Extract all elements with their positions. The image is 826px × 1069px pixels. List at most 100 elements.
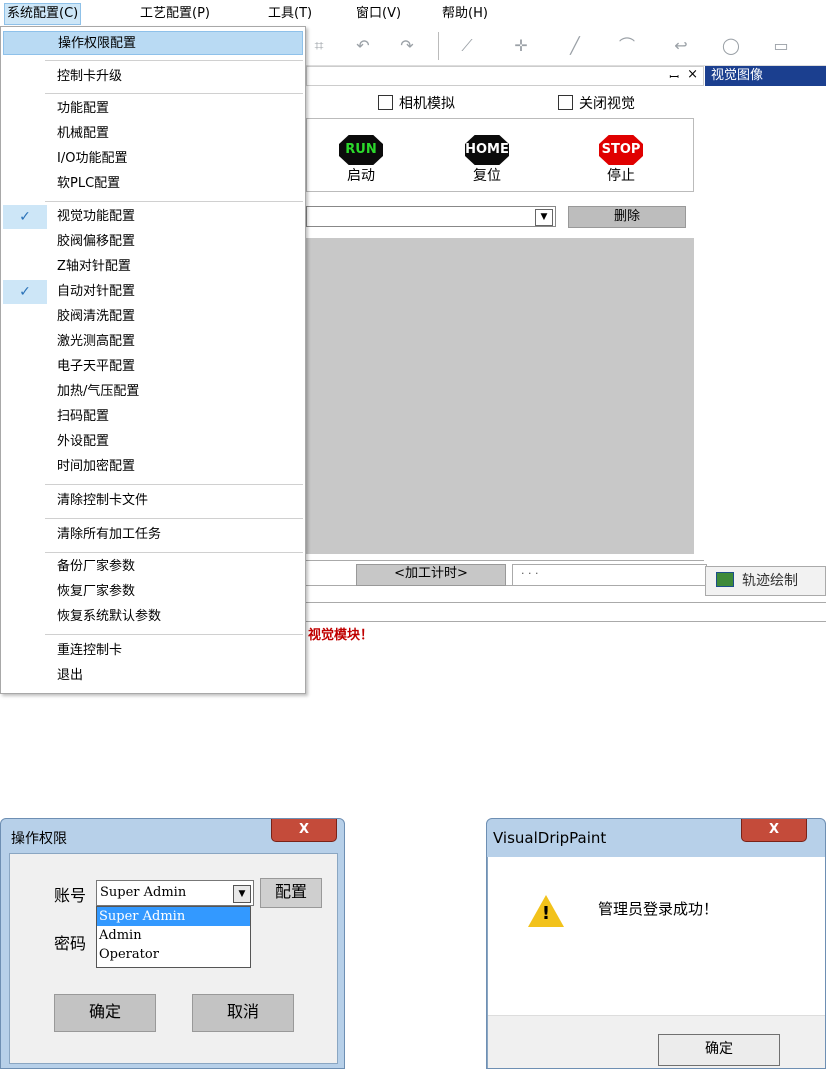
menu-item-valve-clean-config[interactable]: 胶阀清洗配置 bbox=[3, 305, 303, 329]
dialog-title: 操作权限 bbox=[11, 831, 67, 847]
account-options-list: Super Admin Admin Operator bbox=[96, 906, 251, 968]
checkbox-box[interactable] bbox=[378, 95, 393, 110]
close-vision-label: 关闭视觉 bbox=[579, 96, 635, 112]
dialog-title: VisualDripPaint bbox=[493, 829, 607, 847]
task-combobox[interactable]: ▼ bbox=[306, 206, 556, 227]
close-button[interactable]: X bbox=[271, 819, 337, 842]
arc-tool-icon[interactable]: ⌒ bbox=[616, 36, 638, 56]
panel-close-icon[interactable]: × bbox=[687, 67, 698, 82]
menu-item-exit[interactable]: 退出 bbox=[3, 664, 303, 688]
menu-separator bbox=[45, 60, 303, 61]
cancel-button[interactable]: 取消 bbox=[192, 994, 294, 1032]
ok-button[interactable]: 确定 bbox=[658, 1034, 780, 1066]
segment-tool-icon[interactable]: ╱ bbox=[564, 36, 586, 56]
chevron-down-icon[interactable]: ▼ bbox=[233, 885, 251, 903]
process-timer-button[interactable]: <加工计时> bbox=[356, 564, 506, 586]
reset-label[interactable]: 复位 bbox=[457, 165, 517, 185]
picture-icon bbox=[716, 572, 734, 587]
menu-separator bbox=[45, 518, 303, 519]
account-select-value: Super Admin bbox=[100, 885, 187, 900]
close-button[interactable]: X bbox=[741, 819, 807, 842]
menu-tools[interactable]: 工具(T) bbox=[266, 4, 314, 24]
menu-item-heat-pressure-config[interactable]: 加热/气压配置 bbox=[3, 380, 303, 404]
menu-item-peripheral-config[interactable]: 外设配置 bbox=[3, 430, 303, 454]
menu-item-valve-offset-config[interactable]: 胶阀偏移配置 bbox=[3, 230, 303, 254]
rectangle-tool-icon[interactable]: ▭ bbox=[770, 36, 792, 56]
option-admin[interactable]: Admin bbox=[97, 926, 250, 945]
pin-icon[interactable]: ꟷ bbox=[669, 68, 679, 85]
menu-item-soft-plc-config[interactable]: 软PLC配置 bbox=[3, 172, 303, 196]
menu-item-auto-needle-config[interactable]: 自动对针配置 bbox=[3, 280, 303, 304]
task-list-area bbox=[306, 238, 694, 554]
menu-separator bbox=[45, 93, 303, 94]
menu-item-clear-all-tasks[interactable]: 清除所有加工任务 bbox=[3, 523, 303, 547]
menu-item-function-config[interactable]: 功能配置 bbox=[3, 97, 303, 121]
password-label: 密码 bbox=[54, 934, 87, 953]
camera-sim-checkbox[interactable]: 相机模拟 bbox=[378, 94, 455, 114]
undo-icon[interactable]: ↶ bbox=[352, 36, 374, 56]
path-tool-icon[interactable]: ↩ bbox=[670, 36, 692, 56]
menu-item-mechanical-config[interactable]: 机械配置 bbox=[3, 122, 303, 146]
run-icon[interactable]: RUN bbox=[339, 135, 383, 165]
checkbox-box[interactable] bbox=[558, 95, 573, 110]
menu-item-laser-height-config[interactable]: 激光测高配置 bbox=[3, 330, 303, 354]
menu-window[interactable]: 窗口(V) bbox=[354, 4, 403, 24]
close-vision-checkbox[interactable]: 关闭视觉 bbox=[558, 94, 635, 114]
start-label[interactable]: 启动 bbox=[331, 165, 391, 185]
message-text: 管理员登录成功！ bbox=[598, 900, 719, 918]
exclamation-icon: ! bbox=[541, 903, 551, 924]
toolbar: ⌗ ↶ ↷ ⟋ ✛ ╱ ⌒ ↩ ◯ ▭ bbox=[306, 26, 826, 66]
status-field: · · · bbox=[512, 564, 707, 586]
menu-separator bbox=[45, 484, 303, 485]
stop-label[interactable]: 停止 bbox=[591, 165, 651, 185]
vision-image-title: 视觉图像 bbox=[705, 66, 826, 86]
menu-item-card-upgrade[interactable]: 控制卡升级 bbox=[3, 65, 303, 89]
delete-button[interactable]: 删除 bbox=[568, 206, 686, 228]
chevron-down-icon[interactable]: ▼ bbox=[535, 209, 553, 226]
vision-image-area bbox=[705, 86, 826, 606]
stop-icon[interactable]: STOP bbox=[599, 135, 643, 165]
menu-item-clear-card-files[interactable]: 清除控制卡文件 bbox=[3, 489, 303, 513]
menu-item-time-encrypt-config[interactable]: 时间加密配置 bbox=[3, 455, 303, 479]
menu-separator bbox=[45, 552, 303, 553]
config-button[interactable]: 配置 bbox=[260, 878, 322, 908]
option-super-admin[interactable]: Super Admin bbox=[97, 907, 250, 926]
circle-tool-icon[interactable]: ◯ bbox=[720, 36, 742, 56]
menu-separator bbox=[45, 634, 303, 635]
select-rect-icon[interactable]: ⌗ bbox=[308, 36, 330, 56]
menu-item-permission-config[interactable]: 操作权限配置 bbox=[3, 31, 303, 55]
menubar: 系统配置(C) 工艺配置(P) 工具(T) 窗口(V) 帮助(H) bbox=[0, 0, 826, 26]
menu-item-backup-factory-params[interactable]: 备份厂家参数 bbox=[3, 555, 303, 579]
control-button-panel: RUN 启动 HOME 复位 STOP 停止 bbox=[306, 118, 694, 192]
menu-help[interactable]: 帮助(H) bbox=[440, 4, 490, 24]
menu-item-reconnect-card[interactable]: 重连控制卡 bbox=[3, 639, 303, 663]
status-message: 视觉模块！ bbox=[308, 628, 374, 643]
output-bar bbox=[306, 602, 826, 622]
menu-item-scan-config[interactable]: 扫码配置 bbox=[3, 405, 303, 429]
menu-separator bbox=[45, 201, 303, 202]
menu-process-config[interactable]: 工艺配置(P) bbox=[138, 4, 212, 24]
camera-sim-label: 相机模拟 bbox=[399, 96, 455, 112]
menu-system-config[interactable]: 系统配置(C) bbox=[4, 3, 82, 25]
toolbar-divider bbox=[438, 32, 439, 60]
status-row: <加工计时> · · · bbox=[306, 560, 707, 586]
menu-item-io-config[interactable]: I/O功能配置 bbox=[3, 147, 303, 171]
trajectory-tab[interactable]: 轨迹绘制 bbox=[705, 566, 826, 596]
menu-item-z-needle-config[interactable]: Z轴对针配置 bbox=[3, 255, 303, 279]
system-config-dropdown: 操作权限配置 控制卡升级 功能配置 机械配置 I/O功能配置 软PLC配置 ✓ … bbox=[0, 26, 306, 694]
permission-dialog: 操作权限 X 账号 Super Admin ▼ 配置 密码 Super Admi… bbox=[0, 818, 345, 1069]
redo-icon[interactable]: ↷ bbox=[396, 36, 418, 56]
menu-item-restore-defaults[interactable]: 恢复系统默认参数 bbox=[3, 605, 303, 629]
line-tool-icon[interactable]: ⟋ bbox=[456, 36, 478, 56]
dialog-footer: 确定 bbox=[488, 1015, 825, 1068]
ok-button[interactable]: 确定 bbox=[54, 994, 156, 1032]
menu-item-restore-factory-params[interactable]: 恢复厂家参数 bbox=[3, 580, 303, 604]
point-tool-icon[interactable]: ✛ bbox=[510, 36, 532, 56]
panel-title-bar: ꟷ × bbox=[306, 66, 704, 86]
menu-item-balance-config[interactable]: 电子天平配置 bbox=[3, 355, 303, 379]
home-icon[interactable]: HOME bbox=[465, 135, 509, 165]
option-operator[interactable]: Operator bbox=[97, 945, 250, 964]
account-select[interactable]: Super Admin ▼ bbox=[96, 880, 254, 906]
menu-item-vision-config[interactable]: 视觉功能配置 bbox=[3, 205, 303, 229]
trajectory-tab-label: 轨迹绘制 bbox=[742, 573, 798, 589]
